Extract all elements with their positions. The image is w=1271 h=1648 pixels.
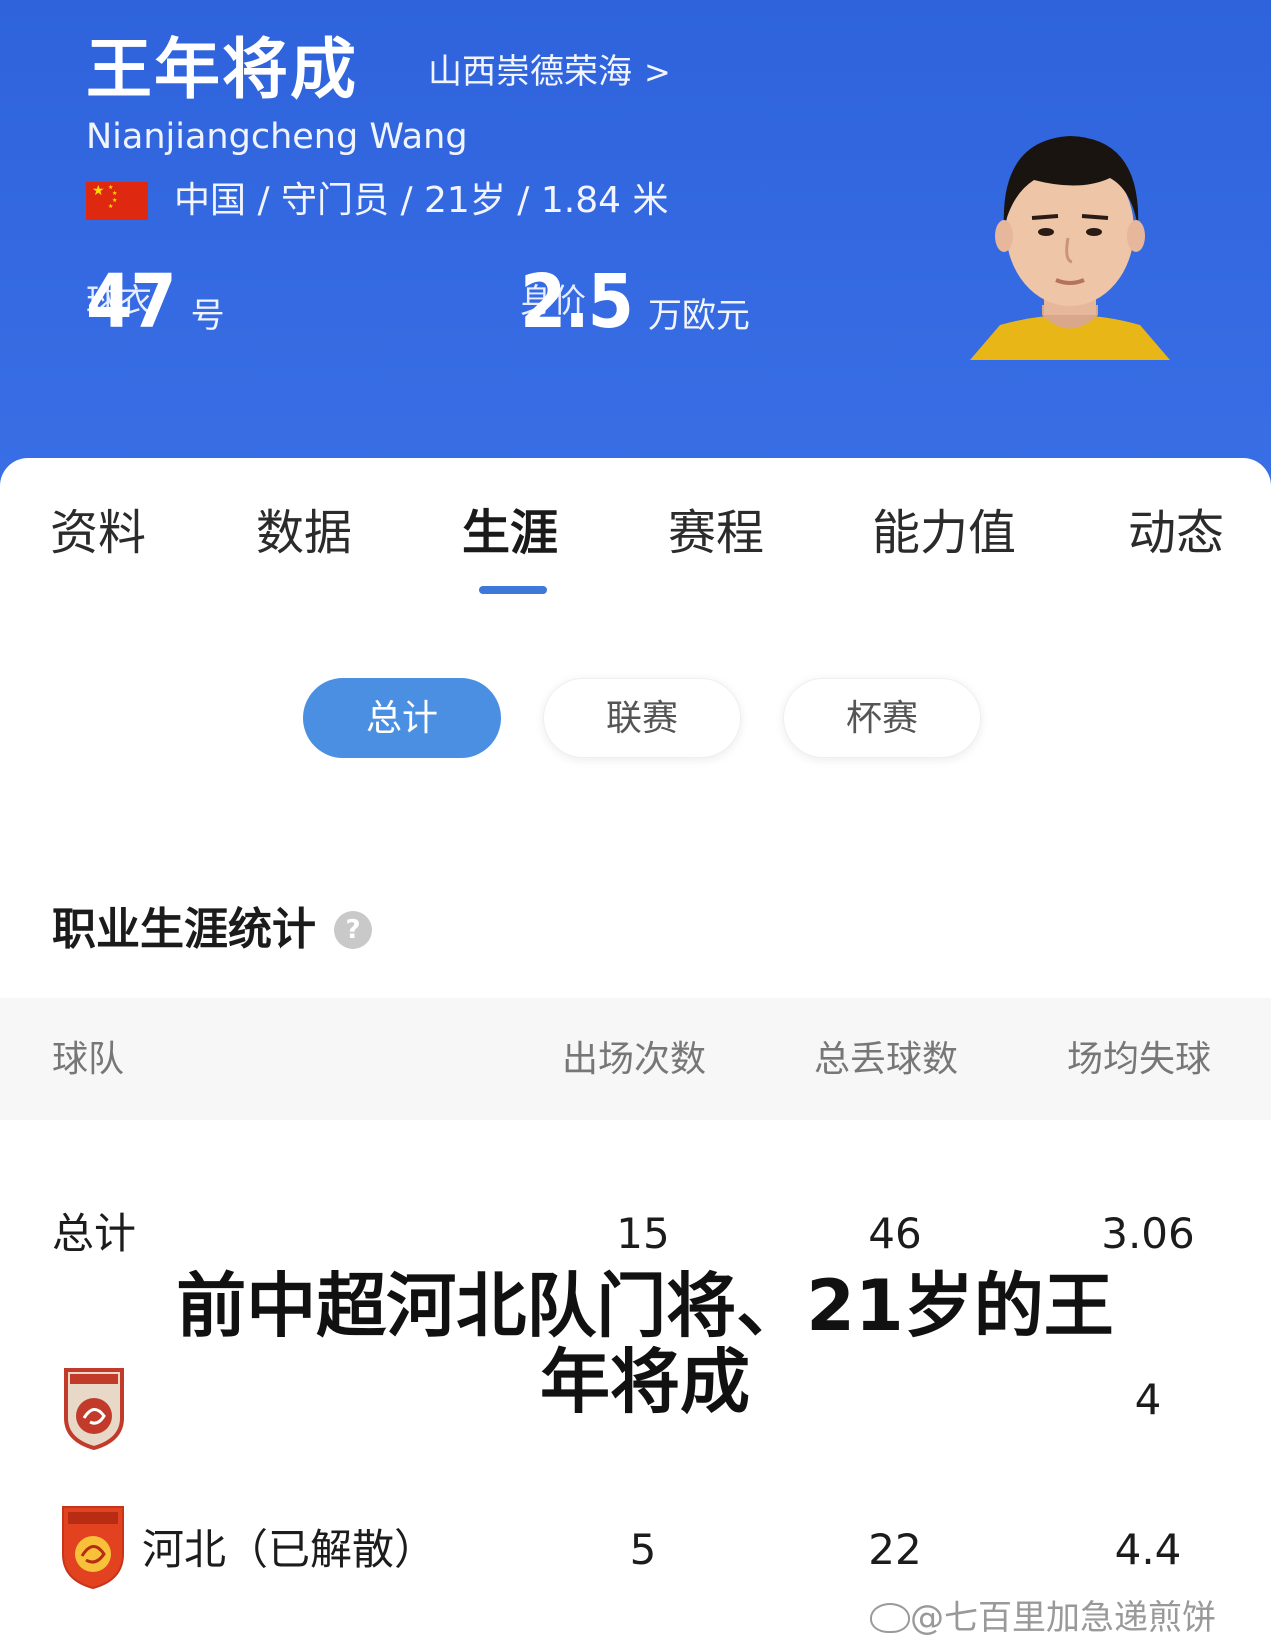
filter-segments: 总计 联赛 杯赛 — [0, 678, 1271, 760]
market-value-number: 2.5 — [520, 259, 634, 345]
row-avg: 3.06 — [1101, 1209, 1195, 1258]
section-title: 职业生涯统计 — [52, 904, 316, 955]
active-tab-indicator — [479, 586, 547, 594]
row-apps: 5 — [629, 1525, 657, 1574]
row-avg: 4.4 — [1114, 1525, 1182, 1574]
header-apps: 出场次数 — [562, 1039, 707, 1080]
shanxi-club-logo — [64, 1368, 124, 1450]
market-value-unit: 万欧元 — [647, 296, 750, 336]
jersey-stat: 47 号 球衣 — [86, 262, 225, 342]
jersey-number: 47 — [86, 259, 177, 345]
tab-bar: 资料 数据 生涯 赛程 能力值 动态 — [0, 498, 1271, 578]
table-header: 球队 出场次数 总丢球数 场均失球 — [0, 998, 1271, 1120]
overlay-caption: 前中超河北队门将、21岁的王年将成 — [176, 1265, 1114, 1423]
club-link[interactable]: 山西崇德荣海 > — [428, 50, 671, 94]
help-icon[interactable]: ? — [334, 911, 372, 949]
player-meta: ★ ★ ★ ★ ★ 中国 / 守门员 / 21岁 / 1.84 米 — [86, 178, 668, 224]
tab-career[interactable]: 生涯 — [462, 498, 558, 568]
header-avg: 场均失球 — [1067, 1039, 1212, 1080]
row-conceded: 46 — [868, 1209, 922, 1258]
header-team: 球队 — [52, 1039, 125, 1080]
row-conceded: 22 — [868, 1525, 922, 1574]
tab-news[interactable]: 动态 — [1128, 498, 1224, 568]
header-conceded: 总丢球数 — [814, 1039, 959, 1080]
filter-league[interactable]: 联赛 — [543, 678, 741, 758]
row-team: 河北（已解散） — [142, 1525, 437, 1574]
content-card: 资料 数据 生涯 赛程 能力值 动态 总计 联赛 杯赛 职业生涯统计 ? 球队 … — [0, 458, 1271, 1648]
filter-cup[interactable]: 杯赛 — [783, 678, 981, 758]
filter-total[interactable]: 总计 — [303, 678, 501, 758]
row-apps: 15 — [616, 1209, 670, 1258]
hebei-club-logo — [62, 1506, 124, 1590]
weibo-icon — [870, 1603, 910, 1633]
chevron-right-icon: > — [644, 53, 671, 91]
player-avatar — [970, 136, 1170, 360]
player-header: 王年将成 山西崇德荣海 > Nianjiangcheng Wang ★ ★ ★ … — [0, 0, 1271, 520]
player-name-en: Nianjiangcheng Wang — [86, 117, 468, 157]
jersey-unit: 号 — [190, 296, 225, 336]
section-header: 职业生涯统计 ? — [52, 900, 372, 960]
player-meta-text: 中国 / 守门员 / 21岁 / 1.84 米 — [174, 180, 669, 221]
player-name-cn: 王年将成 — [86, 31, 358, 108]
club-name: 山西崇德荣海 — [428, 52, 632, 92]
tab-data[interactable]: 数据 — [256, 498, 352, 568]
watermark: @七百里加急递煎饼 — [910, 1598, 1216, 1638]
market-value-stat: 2.5 万欧元 身价 — [520, 262, 750, 342]
row-team: 总计 — [52, 1209, 137, 1258]
china-flag-icon: ★ ★ ★ ★ ★ — [86, 182, 148, 220]
career-stats-table: 球队 出场次数 总丢球数 场均失球 — [0, 998, 1271, 1120]
tab-schedule[interactable]: 赛程 — [668, 498, 764, 568]
tab-profile[interactable]: 资料 — [50, 498, 146, 568]
tab-ability[interactable]: 能力值 — [872, 498, 1016, 568]
